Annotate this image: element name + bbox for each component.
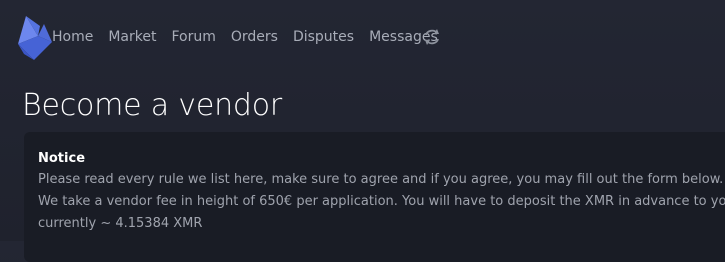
nav-links: Home Market Forum Orders Disputes Messag…	[52, 29, 453, 45]
nav-orders[interactable]: Orders	[231, 29, 278, 45]
notice-panel: Notice Please read every rule we list he…	[24, 132, 725, 262]
flame-logo-icon[interactable]	[14, 14, 54, 62]
notice-text-line: Please read every rule we list here, mak…	[38, 172, 724, 187]
nav-market[interactable]: Market	[108, 29, 156, 45]
nav-home[interactable]: Home	[52, 29, 93, 45]
notice-title: Notice	[38, 151, 86, 166]
notice-text-line: We take a vendor fee in height of 650€ p…	[38, 194, 725, 209]
notice-text-line: currently ~ 4.15384 XMR	[38, 216, 203, 231]
nav-disputes[interactable]: Disputes	[293, 29, 354, 45]
nav-forum[interactable]: Forum	[171, 29, 215, 45]
navbar: Home Market Forum Orders Disputes Messag…	[0, 0, 725, 66]
page-title: Become a vendor	[22, 88, 283, 123]
refresh-icon[interactable]	[422, 27, 442, 47]
